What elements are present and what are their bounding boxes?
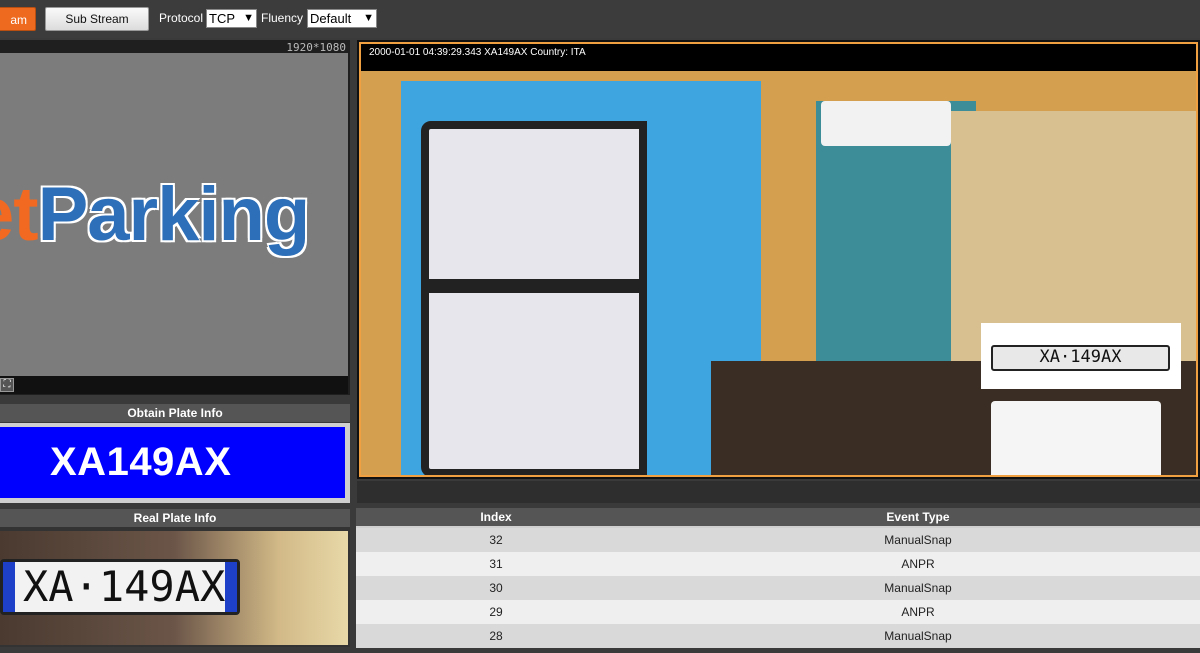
osd-overlay: 2000-01-01 04:39:29.343 XA149AX Country:… (369, 47, 586, 58)
chevron-down-icon: ▼ (243, 12, 254, 24)
obtain-plate-panel: XA149AX (0, 423, 350, 503)
preview-controls: ⛶ (0, 376, 348, 394)
protocol-label: Protocol (159, 11, 204, 25)
plate-snapshot: XA·149AX (0, 531, 348, 645)
camera-image: 2000-01-01 04:39:29.343 XA149AX Country:… (359, 42, 1198, 477)
real-plate-title: Real Plate Info (0, 509, 350, 527)
main-stream-button[interactable]: am (0, 7, 36, 31)
toolbar: am Sub Stream Protocol TCP ▼ Fluency Def… (0, 0, 1200, 38)
plate-number: XA149AX (50, 440, 232, 484)
fluency-value: Default (310, 11, 352, 26)
preview-image: etParking (0, 53, 348, 376)
held-plate: XA·149AX (981, 323, 1181, 389)
event-table: Index Event Type 32 ManualSnap 31 ANPR 30 M… (356, 508, 1200, 648)
camera-view[interactable]: 2000-01-01 04:39:29.343 XA149AX Country:… (357, 40, 1200, 479)
obtain-plate-title: Obtain Plate Info (0, 404, 350, 422)
air-conditioner (821, 101, 951, 146)
table-row[interactable]: 30 ManualSnap (356, 576, 1200, 600)
protocol-select[interactable]: TCP ▼ (206, 9, 257, 28)
fluency-select[interactable]: Default ▼ (307, 9, 377, 28)
brand-logo: etParking (0, 172, 310, 257)
chevron-down-icon: ▼ (363, 12, 374, 24)
fullscreen-icon[interactable]: ⛶ (0, 378, 14, 392)
column-index[interactable]: Index (356, 508, 636, 526)
table-header: Index Event Type (356, 508, 1200, 526)
fluency-label: Fluency (261, 11, 304, 25)
sub-stream-button[interactable]: Sub Stream (45, 7, 149, 31)
eu-band-icon (3, 562, 15, 612)
table-row[interactable]: 28 ManualSnap (356, 624, 1200, 648)
table-row[interactable]: 32 ManualSnap (356, 528, 1200, 552)
table-row[interactable]: 29 ANPR (356, 600, 1200, 624)
camera-status-bar (357, 481, 1200, 503)
table-row[interactable]: 31 ANPR (356, 552, 1200, 576)
scene: XA·149AX (361, 71, 1196, 475)
window (421, 121, 647, 475)
region-band-icon (225, 562, 237, 612)
column-event-type[interactable]: Event Type (636, 508, 1200, 526)
plate-display: XA149AX (0, 427, 345, 498)
real-plate-panel: XA·149AX (0, 527, 350, 647)
license-plate: XA·149AX (0, 559, 240, 615)
preview-panel: 1920*1080 etParking ⛶ (0, 40, 350, 395)
protocol-value: TCP (209, 11, 235, 26)
